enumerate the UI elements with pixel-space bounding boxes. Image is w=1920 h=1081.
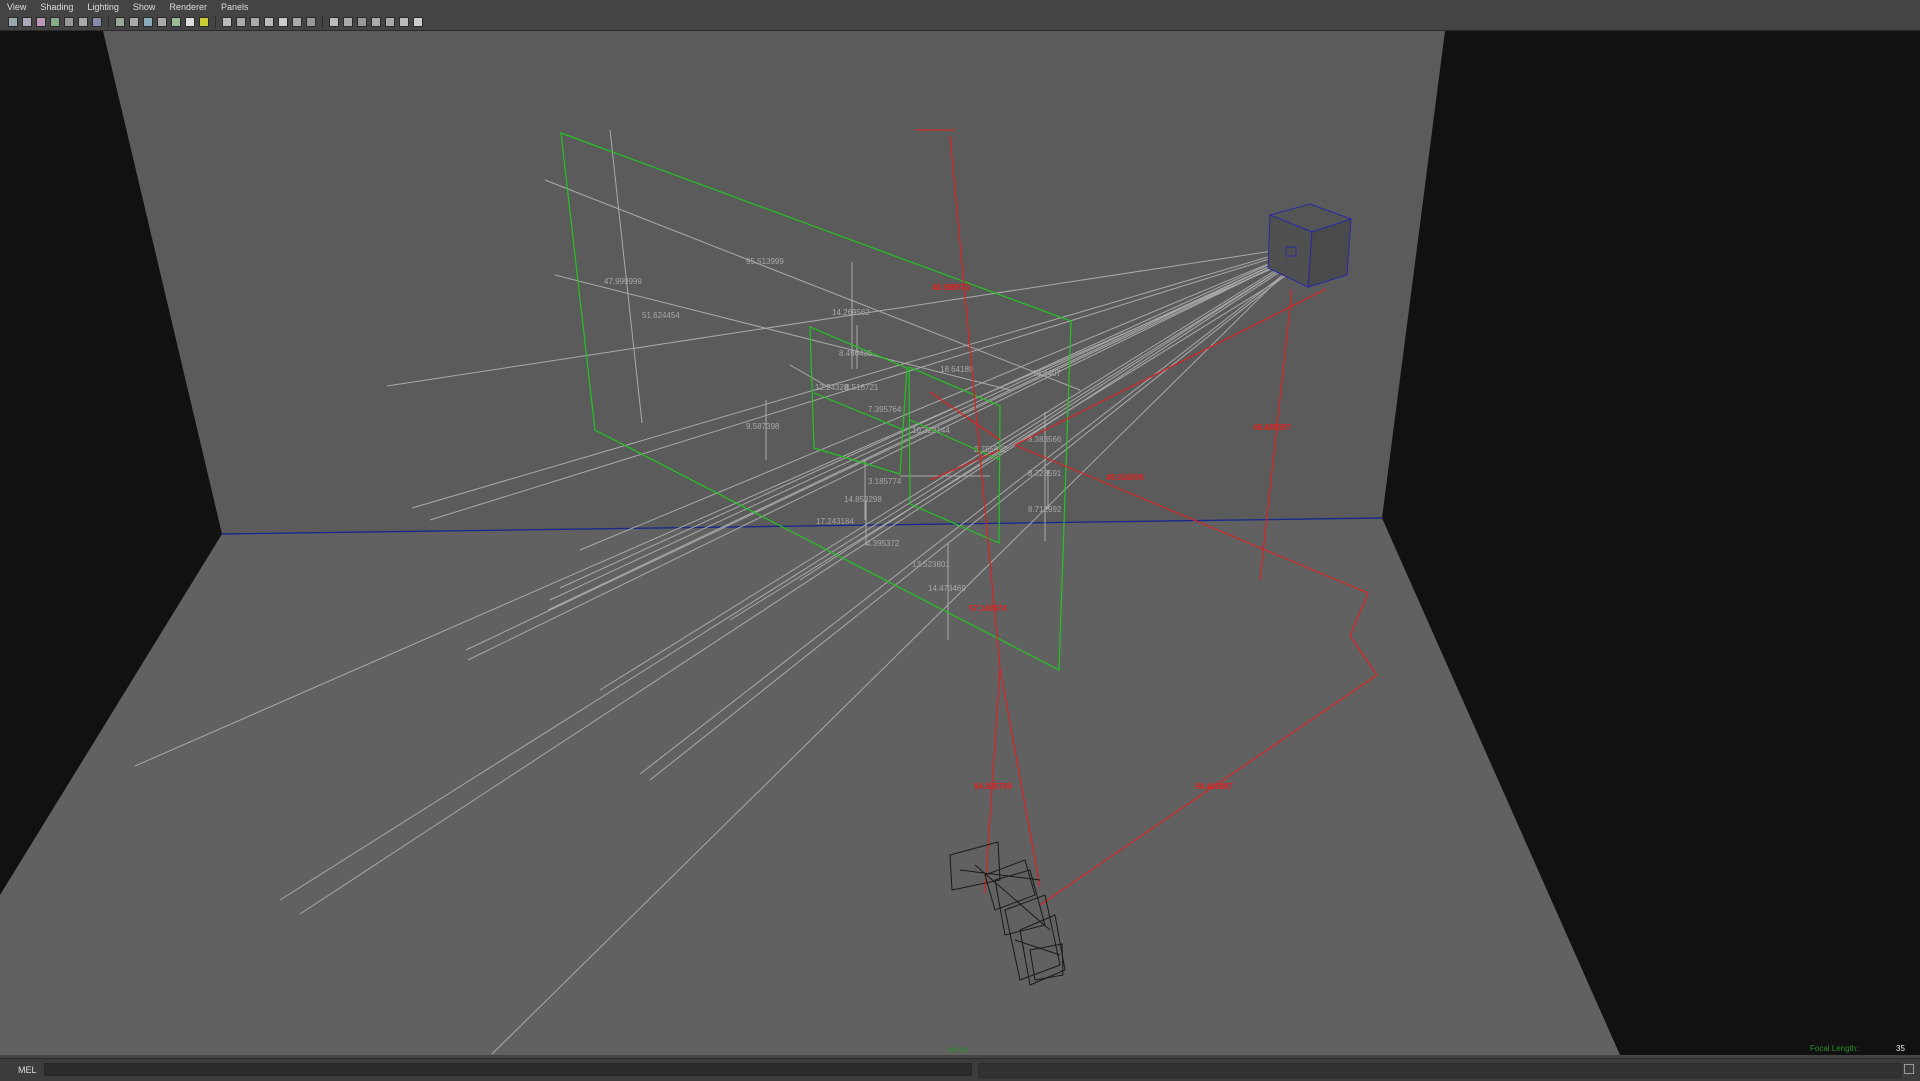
menu-renderer[interactable]: Renderer [162,0,214,14]
red-dim-label: 57.149974 [969,604,1007,613]
dim-label: 47.999999 [604,277,642,286]
select-camera-icon[interactable] [8,17,18,27]
points-icon[interactable] [199,17,209,27]
red-dim-label: 48.488397 [1253,423,1291,432]
bounding-box-icon[interactable] [185,17,195,27]
shadows-icon[interactable] [250,17,260,27]
red-dim-label: 49.016896 [1106,473,1144,482]
multisample-icon[interactable] [357,17,367,27]
command-result-field [978,1063,1902,1078]
dim-label: 8.323591 [1028,469,1062,478]
focal-length-value: 35 [1896,1044,1905,1053]
isolate-icon[interactable] [264,17,274,27]
toolbar-separator [215,16,216,28]
dim-label: 12.24328 [815,383,849,392]
resolution-gate-icon[interactable] [92,17,102,27]
camera-name-label: persp [948,1045,969,1054]
smooth-shade-icon[interactable] [157,17,167,27]
mel-label[interactable]: MEL [18,1065,37,1075]
dim-label: 8.496435 [839,349,873,358]
dim-label: 17.243184 [816,517,854,526]
red-dim-label: 94.835789 [974,782,1012,791]
dim-label: 95.513999 [746,257,784,266]
toolbar-separator [108,16,109,28]
ambient-occlusion-icon[interactable] [329,17,339,27]
menu-show[interactable]: Show [126,0,163,14]
bookmark-icon[interactable] [36,17,46,27]
motion-blur-icon[interactable] [343,17,353,27]
safe-action-icon[interactable] [115,17,125,27]
textured-icon[interactable] [222,17,232,27]
menu-panels[interactable]: Panels [214,0,256,14]
red-dim-label: 90.402897 [1195,782,1233,791]
floor-plane [0,518,1620,1055]
panel-toolbar [0,14,1920,31]
dim-label: 14.853298 [844,495,882,504]
dim-label: 9.587398 [746,422,780,431]
xray-joints-icon[interactable] [292,17,302,27]
camera-attributes-icon[interactable] [22,17,32,27]
menu-shading[interactable]: Shading [33,0,80,14]
focal-length-label: Focal Length: [1810,1044,1859,1053]
dim-label: 10.323144 [912,426,950,435]
wireframe-icon[interactable] [143,17,153,27]
dim-label: 13.8407 [1032,369,1061,378]
grid-icon[interactable] [129,17,139,27]
viewport-scene: 47.999999 95.513999 51.624454 14.269562 … [0,31,1920,1055]
show-grid-icon[interactable] [399,17,409,27]
command-line: MEL [0,1058,1920,1081]
dim-label: 14.473469 [928,584,966,593]
lights-icon[interactable] [236,17,246,27]
dim-label: 3.185774 [868,477,902,486]
menu-lighting[interactable]: Lighting [80,0,126,14]
script-editor-button[interactable] [1904,1064,1914,1074]
menu-bar: View Shading Lighting Show Renderer Pane… [0,0,1920,15]
dim-label: 51.624454 [642,311,680,320]
dim-label: 7.395764 [868,405,902,414]
mel-input[interactable] [44,1063,972,1076]
red-dim-label: 48.988973 [932,283,970,292]
film-back-icon[interactable] [385,17,395,27]
dim-label: 4.395372 [866,539,900,548]
xray-icon[interactable] [278,17,288,27]
toggle-panel-icon[interactable] [413,17,423,27]
toolbar-separator [322,16,323,28]
perspective-viewport[interactable]: 47.999999 95.513999 51.624454 14.269562 … [0,31,1920,1055]
dim-label: 8.516721 [845,383,879,392]
film-gate-icon[interactable] [78,17,88,27]
back-wall [103,31,1445,534]
depth-of-field-icon[interactable] [371,17,381,27]
dim-label: 18.64189 [940,365,974,374]
dim-label: 14.269562 [832,308,870,317]
dim-label: 13.523801 [912,560,950,569]
gate-icon[interactable] [64,17,74,27]
backface-icon[interactable] [306,17,316,27]
image-plane-icon[interactable] [50,17,60,27]
menu-view[interactable]: View [0,0,33,14]
flat-shade-icon[interactable] [171,17,181,27]
dim-label: 8.712992 [1028,505,1062,514]
